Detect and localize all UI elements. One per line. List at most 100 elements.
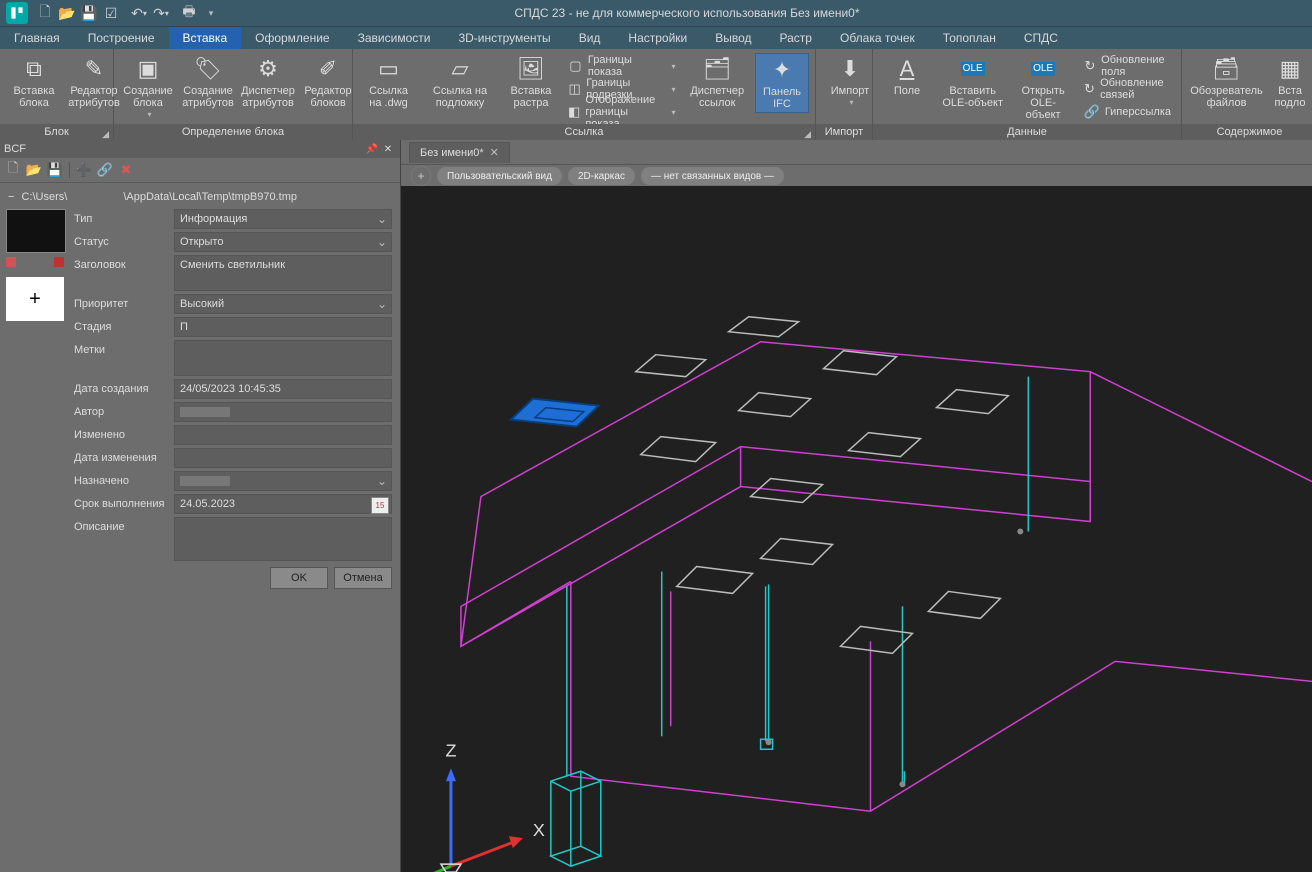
open-file-icon[interactable]: 📂 xyxy=(56,2,78,24)
thumb-flag1-icon[interactable] xyxy=(6,257,16,267)
tags-input[interactable] xyxy=(174,340,392,376)
panel-tree[interactable]: − C:\Users\\AppData\Local\Temp\tmpB970.t… xyxy=(4,189,396,209)
browser-icon: 🗃 xyxy=(1211,55,1243,83)
qat-more-icon[interactable]: ▾ xyxy=(200,2,222,24)
insert-ole-label: Вставить OLE-объект xyxy=(942,85,1003,109)
underlay-icon: ▱ xyxy=(444,55,476,83)
tab-topoplan[interactable]: Топоплан xyxy=(929,27,1010,49)
panel-toolbar: 🗋 📂 💾 ➕ 🔗 ✖ xyxy=(0,158,400,183)
modified-field xyxy=(174,425,392,445)
panel-title: BCF xyxy=(4,143,26,155)
refresh-links-icon: ↻ xyxy=(1084,81,1095,97)
group-data-label: Данные xyxy=(873,124,1181,141)
crumb-noviews[interactable]: — нет связанных видов — xyxy=(641,167,784,185)
tab-design[interactable]: Оформление xyxy=(241,27,343,49)
save-icon[interactable]: 💾 xyxy=(78,2,100,24)
stage-input[interactable]: П xyxy=(174,317,392,337)
open-ole-button[interactable]: OLEОткрыть OLE-объект xyxy=(1010,53,1075,123)
block-editor-button[interactable]: ✐Редактор блоков xyxy=(300,53,356,111)
tab-pointcloud[interactable]: Облака точек xyxy=(826,27,929,49)
app-icon[interactable] xyxy=(6,2,28,24)
create-block-button[interactable]: ▣Создание блока xyxy=(120,53,176,123)
tab-constraints[interactable]: Зависимости xyxy=(344,27,445,49)
insert-block-label: Вставка блока xyxy=(9,85,59,109)
pt-save-icon[interactable]: 💾 xyxy=(46,161,64,179)
insert-block-button[interactable]: ⧉Вставка блока xyxy=(6,53,62,111)
hyperlink-item[interactable]: 🔗Гиперссылка xyxy=(1080,101,1175,123)
new-file-icon[interactable]: 🗋 xyxy=(34,2,56,24)
import-button[interactable]: ⬇Импорт xyxy=(822,53,878,111)
title-input[interactable]: Сменить светильник xyxy=(174,255,392,291)
tab-home[interactable]: Главная xyxy=(0,27,74,49)
pin-icon[interactable]: 📌 xyxy=(364,144,380,155)
model-canvas[interactable]: Z X xyxy=(401,186,1312,872)
status-select[interactable]: Открыто xyxy=(174,232,392,252)
show-bounds-item[interactable]: ▢Границы показа xyxy=(564,55,679,77)
tab-insert[interactable]: Вставка xyxy=(169,27,242,49)
saveall-icon[interactable]: ☑ xyxy=(100,2,122,24)
priority-select[interactable]: Высокий xyxy=(174,294,392,314)
underlay-button[interactable]: ▱Ссылка на подложку xyxy=(422,53,498,111)
pt-delete-icon[interactable]: ✖ xyxy=(117,161,135,179)
add-thumbnail-button[interactable]: + xyxy=(6,277,64,321)
insert-underlay2-label: Вста подло xyxy=(1272,85,1308,109)
pt-add-icon[interactable]: ➕ xyxy=(75,161,93,179)
tab-close-icon[interactable]: ✕ xyxy=(490,146,499,159)
path-prefix: C:\Users\ xyxy=(22,191,68,203)
bounds-icon: ▢ xyxy=(568,58,583,74)
tab-output[interactable]: Вывод xyxy=(701,27,765,49)
update-field-item[interactable]: ↻Обновление поля xyxy=(1080,55,1175,77)
update-links-item[interactable]: ↻Обновление связей xyxy=(1080,78,1175,100)
ifc-panel-button[interactable]: ✦Панель IFC xyxy=(755,53,809,113)
tab-3d[interactable]: 3D-инструменты xyxy=(444,27,564,49)
pt-new-icon[interactable]: 🗋 xyxy=(4,161,22,179)
pt-link-icon[interactable]: 🔗 xyxy=(96,161,114,179)
underlay2-icon: ▦ xyxy=(1274,55,1306,83)
thumb-flag2-icon[interactable] xyxy=(54,257,64,267)
view-crumbs: + Пользовательский вид 2D-каркас — нет с… xyxy=(401,165,1312,187)
undo-icon[interactable]: ↶▾ xyxy=(128,2,150,24)
crumb-wireframe[interactable]: 2D-каркас xyxy=(568,167,635,185)
insert-raster-label: Вставка растра xyxy=(505,85,557,109)
file-browser-button[interactable]: 🗃Обозреватель файлов xyxy=(1188,53,1265,111)
insert-ole-button[interactable]: OLEВставить OLE-объект xyxy=(939,53,1006,111)
crumb-userview[interactable]: Пользовательский вид xyxy=(437,167,562,185)
document-tab[interactable]: Без имени0* ✕ xyxy=(409,142,510,163)
title-bar: 🗋 📂 💾 ☑ ↶▾ ↷▾ 🖶 ▾ СПДС 23 - не для комме… xyxy=(0,0,1312,26)
close-icon[interactable]: ✕ xyxy=(380,144,396,155)
create-attr-button[interactable]: 🏷Создание атрибутов xyxy=(180,53,236,111)
xref-manager-button[interactable]: 🗂Диспетчер ссылок xyxy=(683,53,751,111)
tree-collapse-icon[interactable]: − xyxy=(8,191,14,203)
insert-raster-button[interactable]: 🖼Вставка растра xyxy=(502,53,560,111)
ok-button[interactable]: OK xyxy=(270,567,328,589)
assigned-select[interactable] xyxy=(174,471,392,491)
bcf-thumbnail[interactable] xyxy=(6,209,66,253)
group-import-label: Импорт xyxy=(816,124,872,141)
redo-icon[interactable]: ↷▾ xyxy=(150,2,172,24)
add-view-button[interactable]: + xyxy=(411,166,431,186)
panel-titlebar[interactable]: BCF 📌 ✕ xyxy=(0,140,400,158)
dwg-xref-button[interactable]: ▭Ссылка на .dwg xyxy=(359,53,418,111)
print-icon[interactable]: 🖶 xyxy=(178,2,200,24)
field-label: Поле xyxy=(894,85,920,97)
calendar-icon[interactable]: 15 xyxy=(371,497,389,514)
field-button[interactable]: AПоле xyxy=(879,53,935,99)
tab-build[interactable]: Построение xyxy=(74,27,169,49)
due-input[interactable]: 24.05.202315 xyxy=(174,494,392,514)
tag-icon: 🏷 xyxy=(192,55,224,83)
dwg-icon: ▭ xyxy=(373,55,405,83)
tab-view[interactable]: Вид xyxy=(565,27,615,49)
block-editor-label: Редактор блоков xyxy=(303,85,353,109)
tab-spds[interactable]: СПДС xyxy=(1010,27,1072,49)
author-label: Автор xyxy=(72,406,174,418)
tab-settings[interactable]: Настройки xyxy=(614,27,701,49)
cancel-button[interactable]: Отмена xyxy=(334,567,392,589)
insert-underlay2-button[interactable]: ▦Вста подло xyxy=(1269,53,1311,111)
descr-input[interactable] xyxy=(174,517,392,561)
attr-dispatcher-button[interactable]: ⚙Диспетчер атрибутов xyxy=(240,53,296,111)
tab-raster[interactable]: Растр xyxy=(766,27,826,49)
ole-open-icon: OLE xyxy=(1027,55,1059,83)
display-bounds-item[interactable]: ◧Отображение границы показа xyxy=(564,101,679,123)
type-select[interactable]: Информация xyxy=(174,209,392,229)
pt-open-icon[interactable]: 📂 xyxy=(25,161,43,179)
